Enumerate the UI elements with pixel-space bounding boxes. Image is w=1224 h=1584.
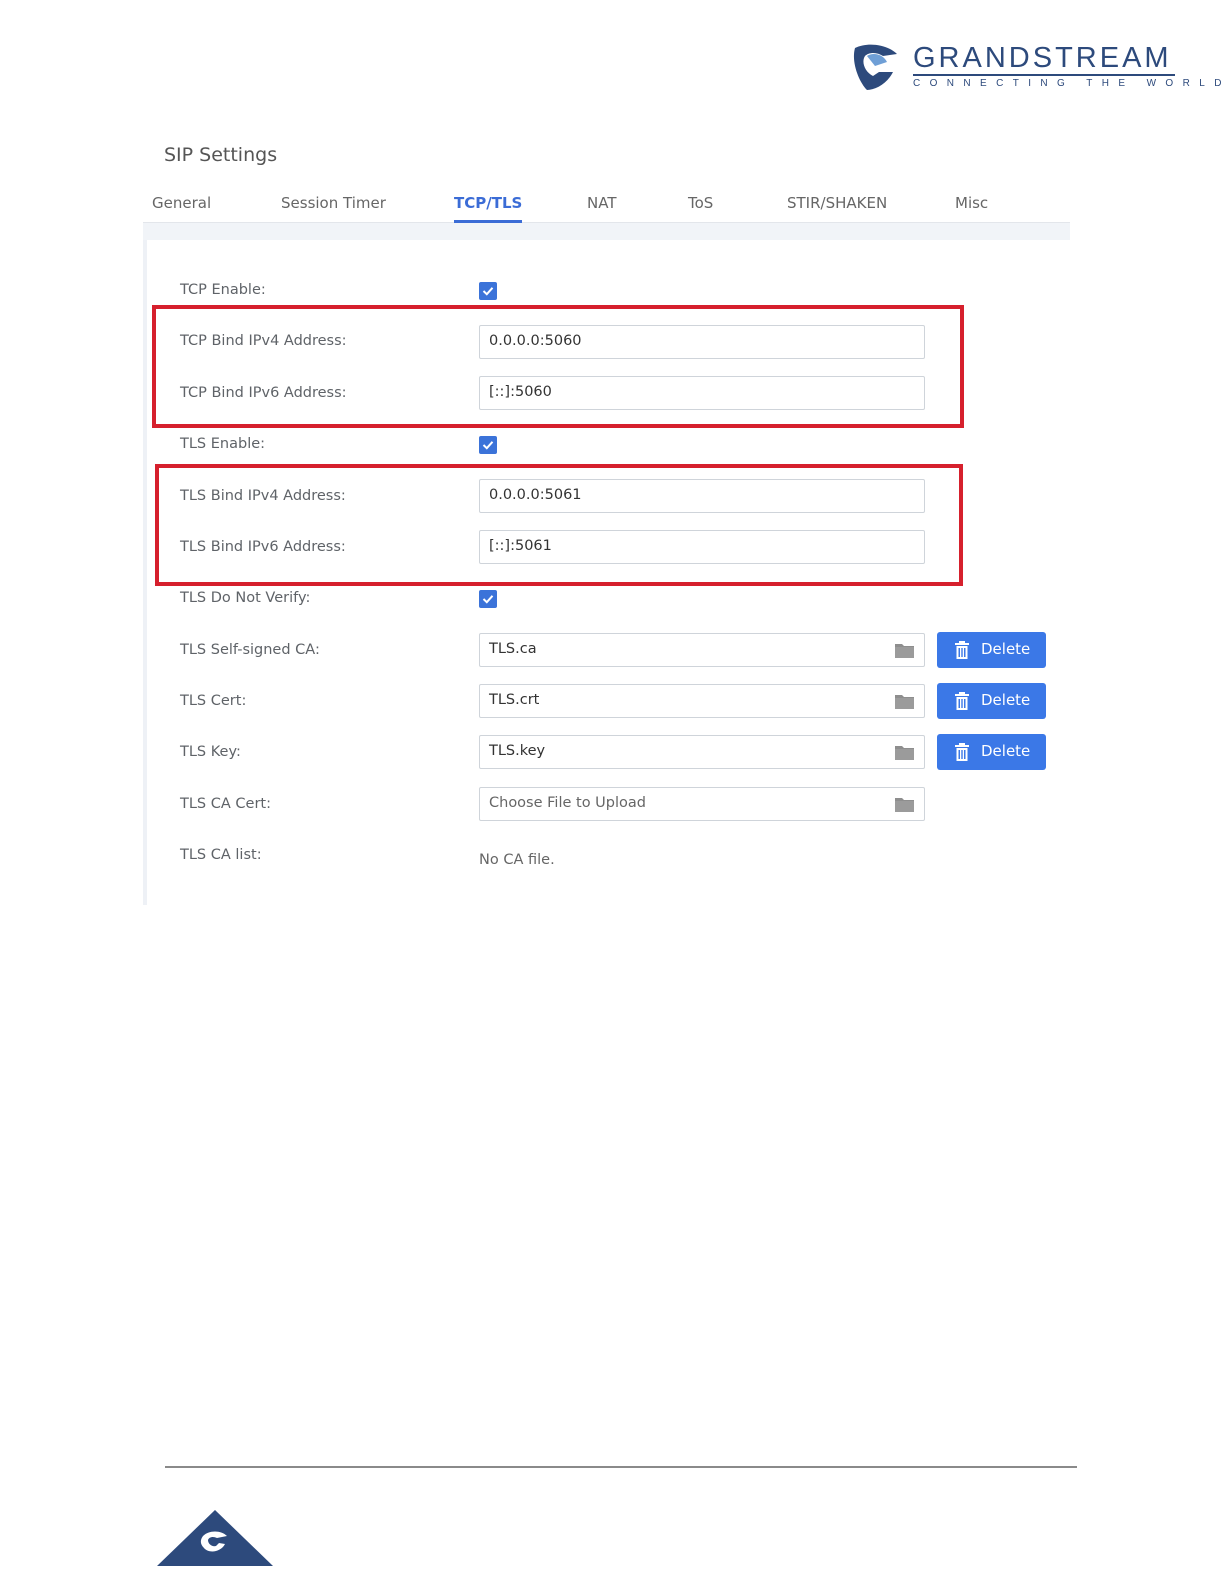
tcp-enable-label: TCP Enable:	[180, 282, 266, 298]
footer-divider	[165, 1466, 1077, 1468]
folder-icon[interactable]	[895, 745, 914, 760]
folder-icon[interactable]	[895, 694, 914, 709]
trash-icon	[955, 743, 969, 761]
trash-icon	[955, 641, 969, 659]
delete-label: Delete	[981, 691, 1031, 709]
grandstream-logo: GRANDSTREAM CONNECTING THE WORLD	[853, 40, 1221, 94]
folder-icon[interactable]	[895, 643, 914, 658]
tab-content-strip	[143, 223, 1070, 240]
grandstream-footer-logo-icon	[157, 1510, 273, 1566]
trash-icon	[955, 692, 969, 710]
check-icon	[482, 287, 494, 296]
tcp-bind-highlight-box	[152, 305, 964, 428]
brand-divider	[913, 74, 1175, 76]
tls-bind-highlight-box	[155, 464, 963, 586]
check-icon	[482, 595, 494, 604]
delete-label: Delete	[981, 640, 1031, 658]
panel-edge	[143, 240, 147, 905]
tls-ca-label: TLS Self-signed CA:	[180, 642, 320, 658]
tls-enable-label: TLS Enable:	[180, 436, 266, 452]
tls-enable-checkbox[interactable]	[479, 436, 497, 454]
tls-key-delete-button[interactable]: Delete	[937, 734, 1046, 770]
tls-ca-cert-label: TLS CA Cert:	[180, 796, 271, 812]
tcp-enable-checkbox[interactable]	[479, 282, 497, 300]
tab-nat[interactable]: NAT	[587, 194, 616, 212]
tls-ca-file-input[interactable]: TLS.ca	[479, 633, 925, 667]
tab-misc[interactable]: Misc	[955, 194, 988, 212]
tls-ca-filename: TLS.ca	[489, 641, 537, 657]
tab-session-timer[interactable]: Session Timer	[281, 194, 386, 212]
tls-ca-list-value: No CA file.	[479, 852, 555, 868]
tls-key-file-input[interactable]: TLS.key	[479, 735, 925, 769]
delete-label: Delete	[981, 742, 1031, 760]
tab-general[interactable]: General	[152, 194, 211, 212]
page-title: SIP Settings	[164, 144, 278, 166]
brand-tagline: CONNECTING THE WORLD	[913, 78, 1224, 89]
tls-cert-filename: TLS.crt	[489, 692, 540, 708]
tab-stir-shaken[interactable]: STIR/SHAKEN	[787, 194, 887, 212]
tls-no-verify-checkbox[interactable]	[479, 590, 497, 608]
brand-name: GRANDSTREAM	[913, 42, 1172, 74]
tls-cert-delete-button[interactable]: Delete	[937, 683, 1046, 719]
tab-tcp-tls[interactable]: TCP/TLS	[454, 194, 523, 223]
tls-ca-cert-file-input[interactable]: Choose File to Upload	[479, 787, 925, 821]
tls-key-filename: TLS.key	[489, 743, 546, 759]
tls-cert-label: TLS Cert:	[180, 693, 247, 709]
grandstream-logo-icon	[853, 44, 897, 90]
tab-bar: General Session Timer TCP/TLS NAT ToS ST…	[143, 190, 1070, 223]
tls-ca-delete-button[interactable]: Delete	[937, 632, 1046, 668]
check-icon	[482, 441, 494, 450]
folder-icon[interactable]	[895, 797, 914, 812]
tab-tos[interactable]: ToS	[688, 194, 713, 212]
tls-ca-list-label: TLS CA list:	[180, 847, 262, 863]
tls-key-label: TLS Key:	[180, 744, 241, 760]
tls-cert-file-input[interactable]: TLS.crt	[479, 684, 925, 718]
tls-ca-cert-placeholder: Choose File to Upload	[489, 795, 646, 811]
tls-no-verify-label: TLS Do Not Verify:	[180, 590, 311, 606]
